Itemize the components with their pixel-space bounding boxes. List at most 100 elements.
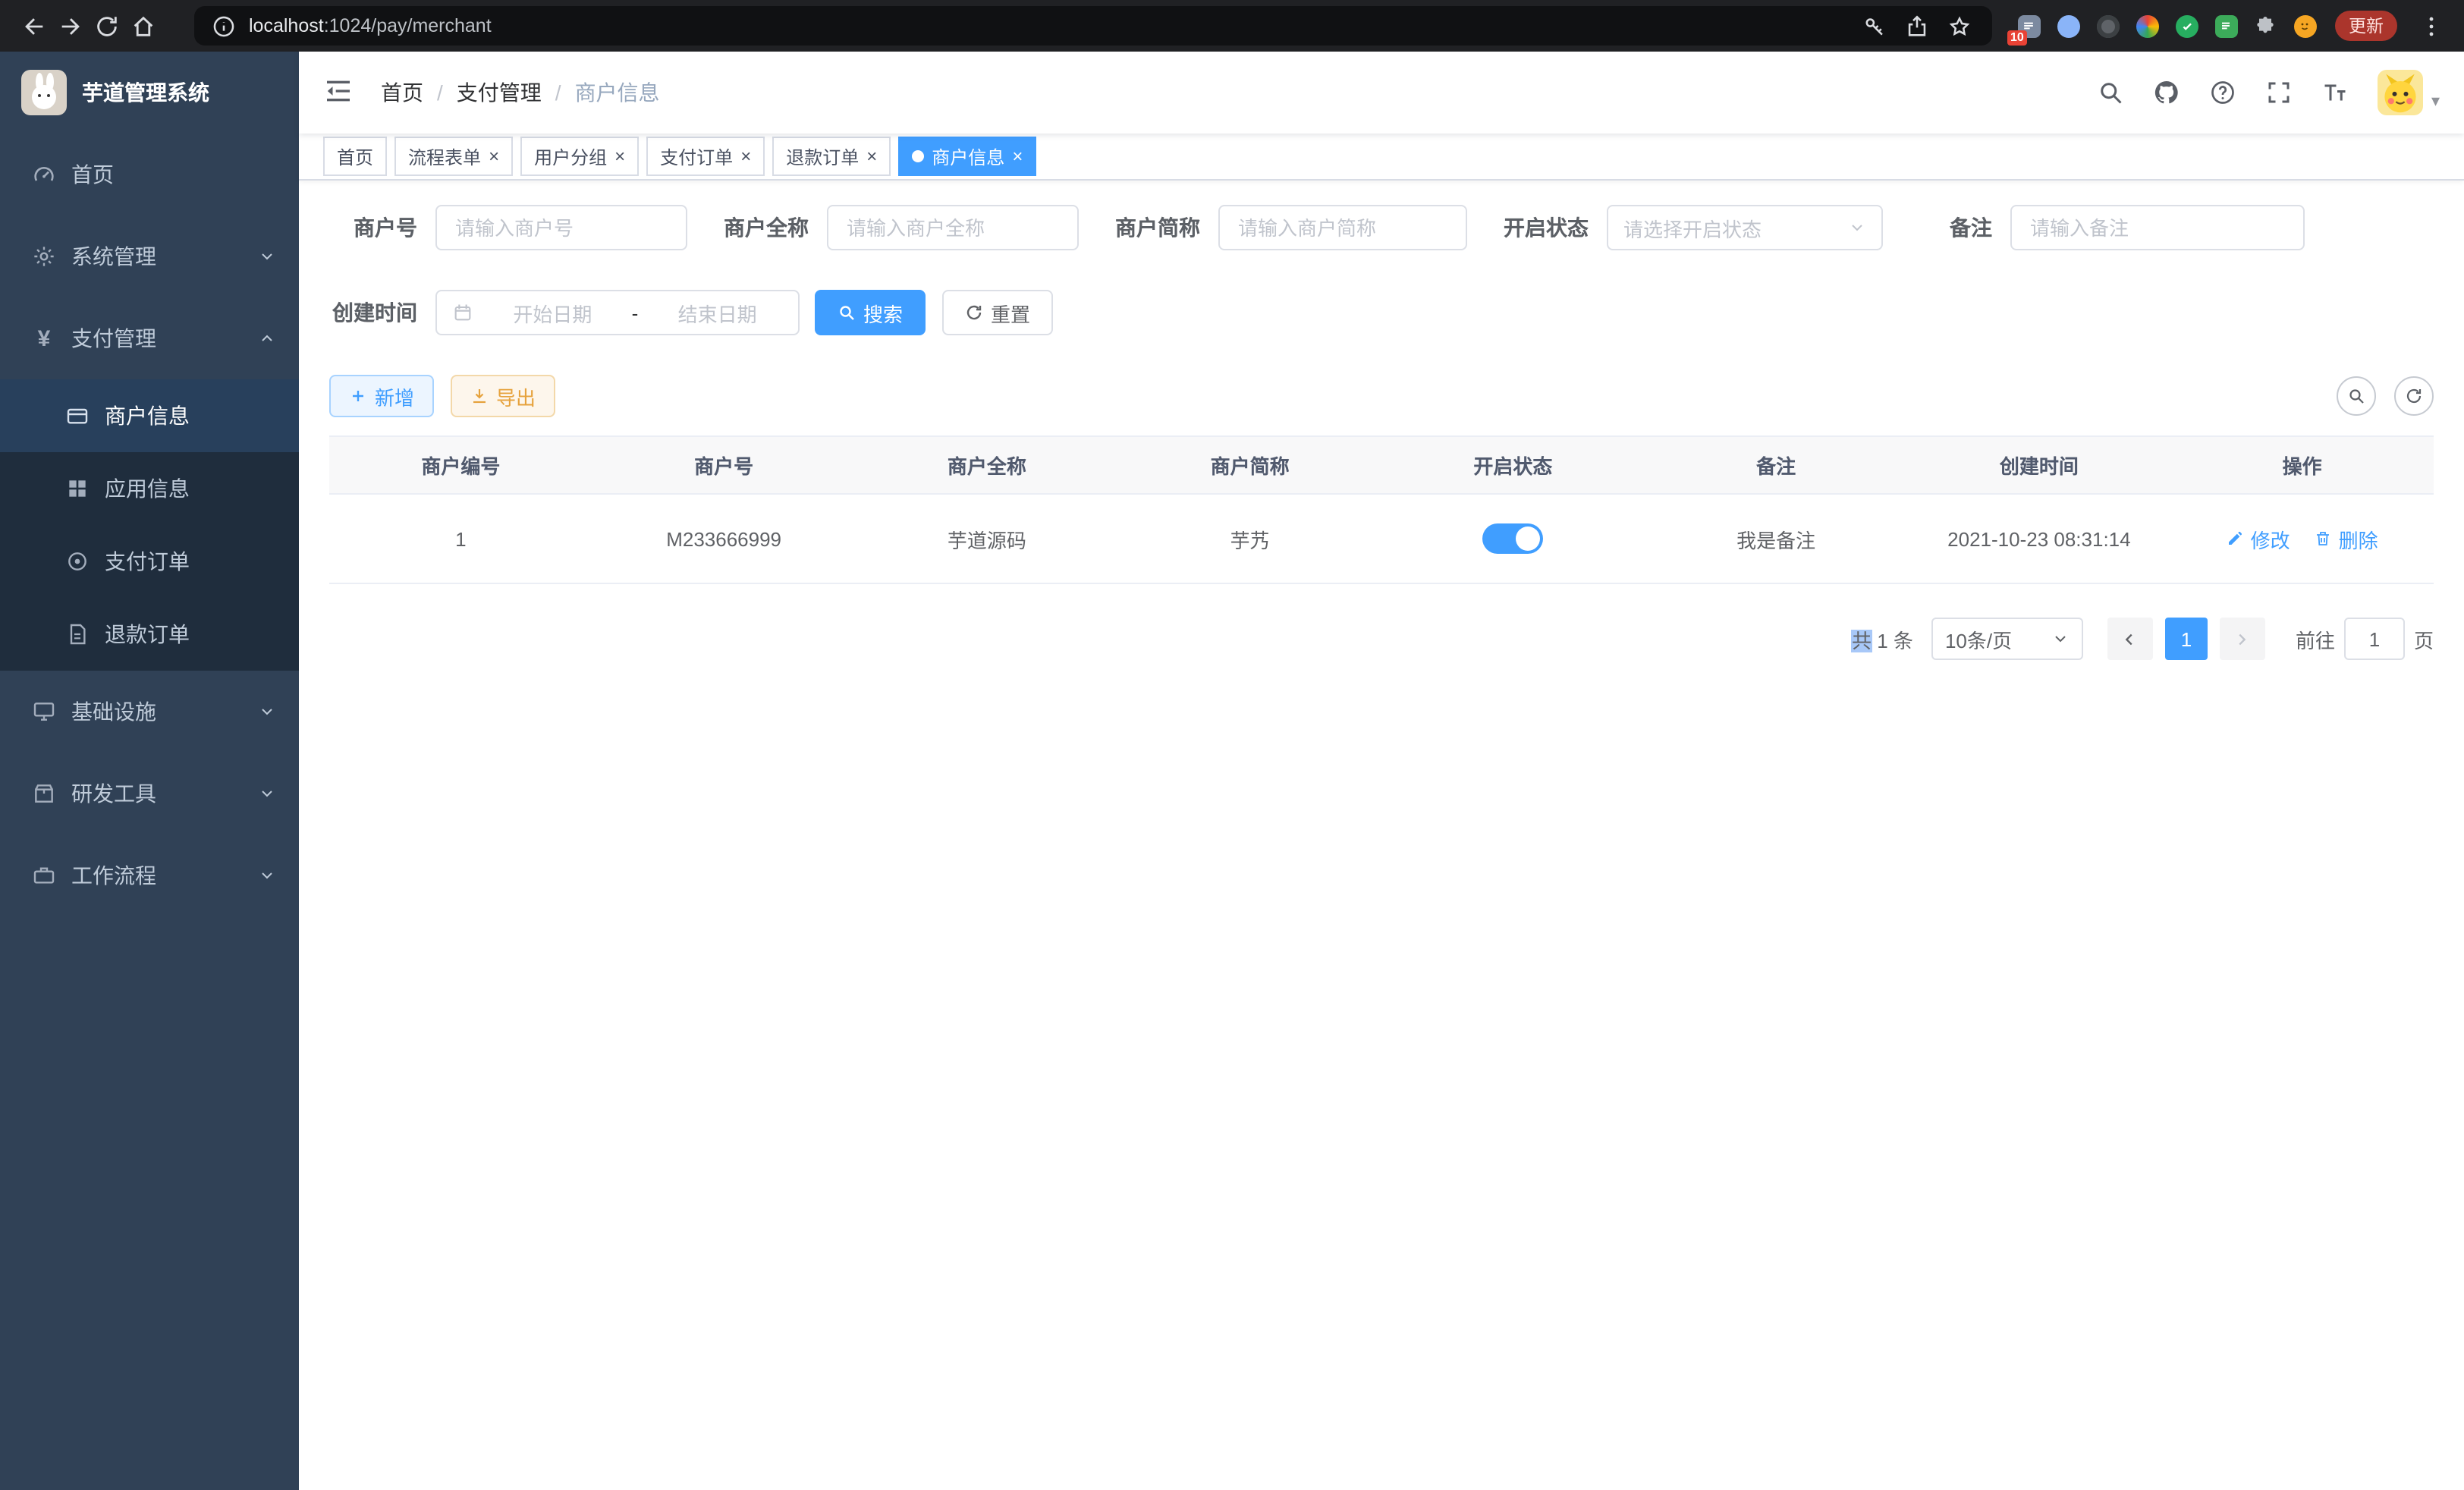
share-icon[interactable]: [1898, 8, 1934, 44]
delete-link[interactable]: 删除: [2315, 524, 2378, 553]
search-form: 商户号 商户全称 商户简称 开启状态: [329, 205, 2434, 335]
page-number-button[interactable]: 1: [2165, 618, 2208, 660]
logo[interactable]: 芋道管理系统: [0, 52, 299, 134]
sidebar-item-pay-order[interactable]: 支付订单: [0, 525, 299, 598]
export-button[interactable]: 导出: [451, 375, 555, 417]
tab-user-group[interactable]: 用户分组 ×: [520, 137, 639, 176]
tab-pay-order[interactable]: 支付订单×: [646, 137, 765, 176]
credit-card-icon: [65, 404, 90, 428]
browser-update-button[interactable]: 更新: [2335, 11, 2397, 41]
tab-merchant-info[interactable]: 商户信息 ×: [898, 137, 1036, 176]
tab-refund-order[interactable]: 退款订单×: [772, 137, 891, 176]
hamburger-icon[interactable]: [323, 76, 357, 109]
profile-avatar-icon[interactable]: [2290, 11, 2320, 41]
sidebar-item-dev-tools[interactable]: 研发工具: [0, 753, 299, 835]
sidebar-item-app-info[interactable]: 应用信息: [0, 452, 299, 525]
cell-full-name: 芋道源码: [856, 494, 1119, 583]
full-name-input[interactable]: [827, 205, 1079, 250]
goto-page-input[interactable]: [2344, 618, 2405, 660]
browser-back-icon[interactable]: [15, 8, 52, 44]
monitor-icon: [32, 699, 56, 724]
add-button[interactable]: 新增: [329, 375, 434, 417]
sidebar-item-workflow[interactable]: 工作流程: [0, 835, 299, 916]
remark-input[interactable]: [2010, 205, 2305, 250]
gear-icon: [32, 244, 56, 269]
search-button-label: 搜索: [863, 298, 903, 327]
search-button[interactable]: 搜索: [815, 290, 926, 335]
breadcrumb-payment[interactable]: 支付管理: [457, 77, 542, 108]
sidebar-item-home[interactable]: 首页: [0, 134, 299, 215]
password-key-icon[interactable]: [1856, 8, 1892, 44]
edit-link[interactable]: 修改: [2227, 524, 2290, 553]
browser-reload-icon[interactable]: [88, 8, 124, 44]
extension-green-note-icon[interactable]: [2211, 11, 2241, 41]
dashboard-icon: [32, 162, 56, 187]
toggle-search-button[interactable]: [2337, 376, 2376, 416]
close-icon[interactable]: ×: [866, 147, 877, 165]
cell-actions: 修改 删除: [2170, 494, 2434, 583]
sidebar-item-payment[interactable]: ¥ 支付管理: [0, 297, 299, 379]
sidebar-item-infrastructure[interactable]: 基础设施: [0, 671, 299, 753]
tab-label: 用户分组: [534, 143, 607, 169]
extensions-puzzle-icon[interactable]: [2250, 11, 2280, 41]
close-icon[interactable]: ×: [489, 147, 499, 165]
sidebar-item-label: 系统管理: [71, 241, 156, 272]
payment-submenu: 商户信息 应用信息 支付订单 退款订单: [0, 379, 299, 671]
extension-dark-globe-icon[interactable]: [2092, 11, 2123, 41]
bookmark-star-icon[interactable]: [1941, 8, 1977, 44]
status-select[interactable]: 请选择开启状态: [1607, 205, 1883, 250]
browser-home-icon[interactable]: [124, 8, 161, 44]
page-size-value: 10条/页: [1945, 624, 2012, 653]
search-icon[interactable]: [2098, 79, 2125, 106]
user-menu[interactable]: ▾: [2378, 70, 2440, 115]
sidebar-item-label: 支付订单: [105, 546, 190, 577]
close-icon[interactable]: ×: [740, 147, 751, 165]
tags-view: 首页 流程表单 × 用户分组 × 支付订单× 退款订单× 商户信息 ×: [299, 134, 2464, 181]
tab-label: 流程表单: [408, 143, 481, 169]
github-icon[interactable]: [2154, 79, 2181, 106]
fullscreen-icon[interactable]: [2266, 79, 2293, 106]
extension-blue-icon[interactable]: [2053, 11, 2083, 41]
sidebar-item-merchant-info[interactable]: 商户信息: [0, 379, 299, 452]
address-bar[interactable]: localhost:1024/pay/merchant: [194, 6, 1992, 46]
short-name-input[interactable]: [1218, 205, 1467, 250]
tab-label: 商户信息: [932, 143, 1004, 169]
cell-remark: 我是备注: [1645, 494, 1908, 583]
status-toggle[interactable]: [1482, 523, 1543, 554]
next-page-button[interactable]: [2220, 618, 2265, 660]
th-merchant-no: 商户号: [592, 436, 856, 494]
document-icon: [65, 622, 90, 646]
reset-button[interactable]: 重置: [942, 290, 1053, 335]
browser-menu-icon[interactable]: [2412, 8, 2449, 44]
browser-forward-icon[interactable]: [52, 8, 88, 44]
table-header-row: 商户编号 商户号 商户全称 商户简称 开启状态 备注 创建时间 操作: [329, 436, 2434, 494]
extension-blocker-icon[interactable]: 10: [2013, 11, 2044, 41]
merchant-no-input[interactable]: [435, 205, 687, 250]
chevron-down-icon: [258, 866, 276, 885]
breadcrumb-current: 商户信息: [575, 77, 660, 108]
extension-colorful-icon[interactable]: [2132, 11, 2162, 41]
page-size-select[interactable]: 10条/页: [1931, 618, 2083, 660]
close-icon[interactable]: ×: [1012, 147, 1023, 165]
reset-button-label: 重置: [991, 298, 1030, 327]
extension-green-check-icon[interactable]: [2171, 11, 2202, 41]
tab-process-form[interactable]: 流程表单 ×: [394, 137, 513, 176]
site-info-icon[interactable]: [209, 8, 237, 44]
sidebar-item-refund-order[interactable]: 退款订单: [0, 598, 299, 671]
refresh-button[interactable]: [2394, 376, 2434, 416]
close-icon[interactable]: ×: [614, 147, 625, 165]
breadcrumb-home[interactable]: 首页: [381, 77, 423, 108]
th-remark: 备注: [1645, 436, 1908, 494]
create-time-range-picker[interactable]: 开始日期 - 结束日期: [435, 290, 800, 335]
prev-page-button[interactable]: [2107, 618, 2153, 660]
tab-home[interactable]: 首页: [323, 137, 387, 176]
sidebar-item-system[interactable]: 系统管理: [0, 215, 299, 297]
help-icon[interactable]: [2210, 79, 2237, 106]
extension-badge: 10: [2007, 30, 2027, 46]
chevron-down-icon: [258, 703, 276, 721]
sidebar-item-label: 工作流程: [71, 860, 156, 891]
extensions-cluster: 10 更新: [2013, 8, 2449, 44]
font-size-icon[interactable]: [2322, 79, 2349, 106]
browser-toolbar: localhost:1024/pay/merchant 10 更新: [0, 0, 2464, 52]
cell-merchant-id: 1: [329, 494, 592, 583]
